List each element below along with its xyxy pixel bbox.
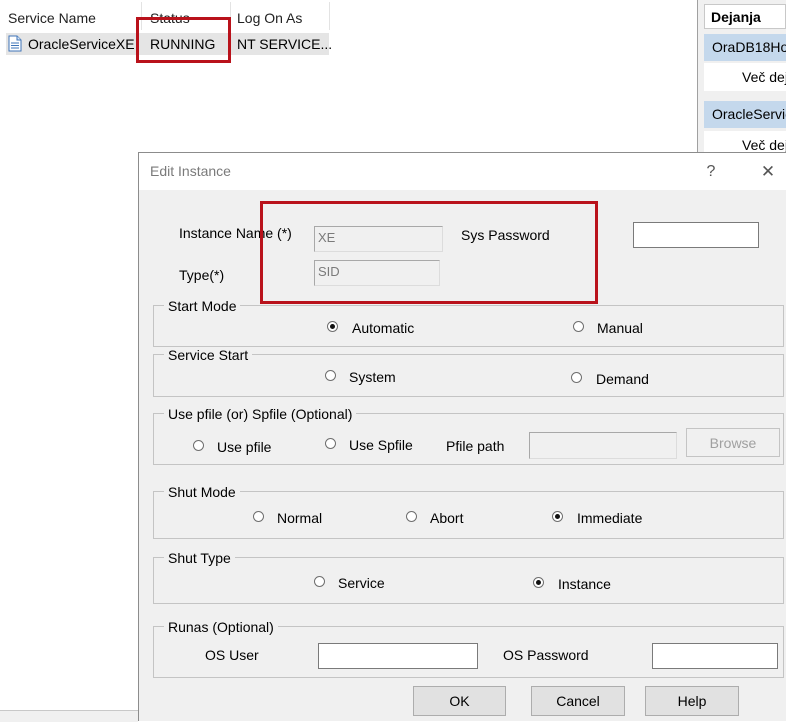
service-name-cell: OracleServiceXE (28, 36, 135, 52)
os-password-field[interactable] (652, 643, 778, 669)
sys-password-field[interactable] (633, 222, 759, 248)
services-header (0, 0, 697, 30)
runas-label: Runas (Optional) (164, 619, 278, 635)
start-mode-label: Start Mode (164, 298, 241, 314)
pfile-path-label: Pfile path (446, 438, 505, 454)
use-spfile-radio[interactable] (325, 438, 336, 449)
ok-button[interactable]: OK (413, 686, 506, 716)
shut-mode-abort-radio[interactable] (406, 511, 417, 522)
shut-type-label: Shut Type (164, 550, 235, 566)
os-user-label: OS User (205, 647, 259, 663)
help-button[interactable]: Help (645, 686, 739, 716)
shut-type-group (153, 557, 784, 604)
pfile-group-label: Use pfile (or) Spfile (Optional) (164, 406, 357, 422)
use-pfile-radio[interactable] (193, 440, 204, 451)
type-label: Type(*) (179, 267, 225, 283)
start-mode-group (153, 305, 784, 347)
actions-header: Dejanja (704, 4, 786, 29)
service-start-label: Service Start (164, 347, 253, 363)
shut-type-service-radio[interactable] (314, 576, 325, 587)
column-separator[interactable] (329, 2, 330, 30)
help-icon[interactable]: ? (696, 153, 726, 190)
start-mode-manual-label: Manual (597, 320, 643, 336)
shut-mode-label: Shut Mode (164, 484, 240, 500)
pfile-path-field[interactable] (529, 432, 677, 459)
status-strip (0, 710, 138, 722)
actions-section-oracleservice[interactable]: OracleServiceXE (704, 101, 786, 128)
browse-button[interactable]: Browse (686, 428, 780, 457)
shut-mode-normal-radio[interactable] (253, 511, 264, 522)
shut-mode-immediate-radio[interactable] (552, 511, 563, 522)
service-logon-cell: NT SERVICE... (237, 36, 333, 52)
actions-section-oradb[interactable]: OraDB18Home1 (704, 34, 786, 61)
shut-mode-normal-label: Normal (277, 510, 323, 526)
column-header-log-on-as[interactable]: Log On As (237, 0, 302, 30)
shut-type-instance-label: Instance (558, 576, 611, 592)
start-mode-manual-radio[interactable] (573, 321, 584, 332)
shut-type-service-label: Service (338, 575, 385, 591)
start-mode-automatic-label: Automatic (352, 320, 415, 336)
close-icon[interactable]: ✕ (752, 153, 784, 190)
service-start-system-radio[interactable] (325, 370, 336, 381)
shut-mode-immediate-label: Immediate (577, 510, 643, 526)
shut-type-instance-radio[interactable] (533, 577, 544, 588)
instance-highlight-box (260, 201, 598, 304)
dialog-titlebar[interactable] (139, 153, 786, 190)
os-password-label: OS Password (503, 647, 589, 663)
use-spfile-label: Use Spfile (349, 437, 413, 453)
shut-mode-group (153, 491, 784, 539)
actions-more-link[interactable]: Več dejanj (704, 63, 786, 91)
service-start-demand-label: Demand (596, 371, 649, 387)
use-pfile-label: Use pfile (217, 439, 272, 455)
shut-mode-abort-label: Abort (430, 510, 464, 526)
service-start-system-label: System (349, 369, 396, 385)
service-file-icon (8, 35, 22, 52)
cancel-button[interactable]: Cancel (531, 686, 625, 716)
start-mode-automatic-radio[interactable] (327, 321, 338, 332)
status-highlight-box (136, 17, 231, 63)
column-header-service-name[interactable]: Service Name (8, 0, 96, 30)
dialog-title: Edit Instance (150, 163, 231, 179)
os-user-field[interactable] (318, 643, 478, 669)
service-start-demand-radio[interactable] (571, 372, 582, 383)
